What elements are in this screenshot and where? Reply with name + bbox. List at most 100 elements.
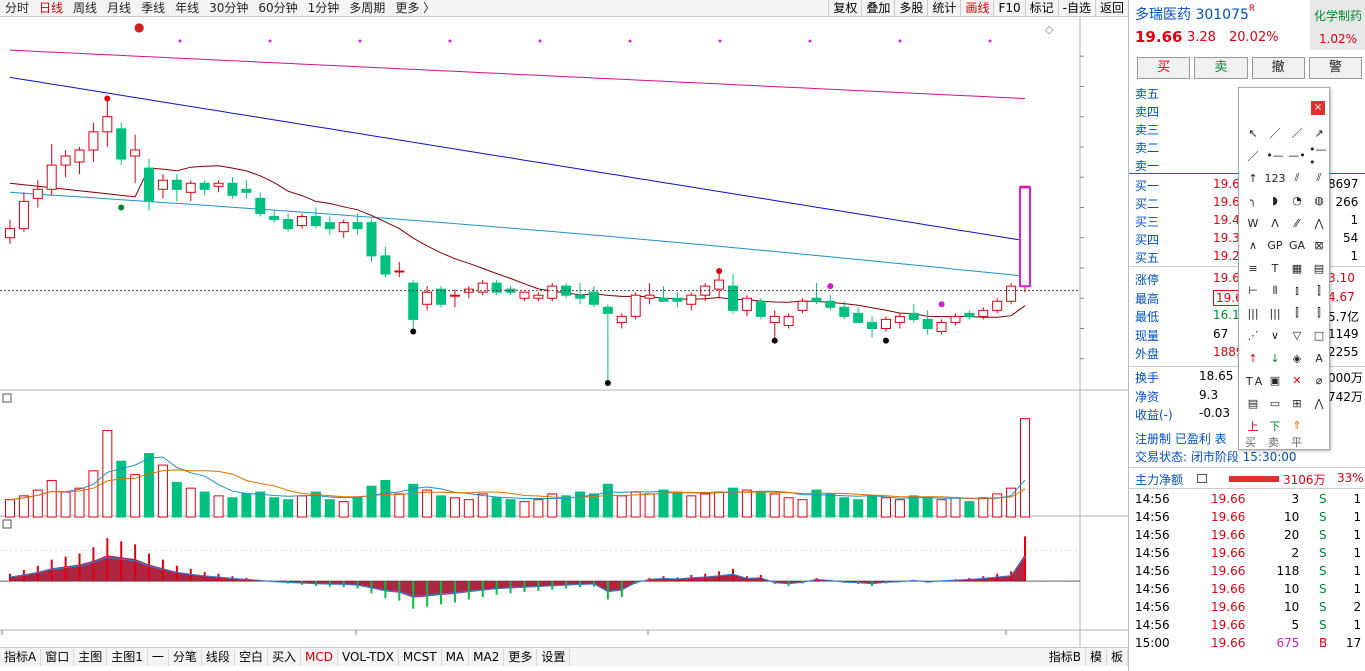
volume-bar[interactable] — [630, 491, 641, 518]
draw-tool-icon[interactable]: ⌀ — [1309, 372, 1329, 390]
candle[interactable] — [144, 167, 155, 202]
candle[interactable] — [255, 197, 266, 215]
indicator-tab-15[interactable]: 设置 — [537, 648, 571, 666]
panel-toggle-icon[interactable] — [2, 393, 12, 403]
volume-bar[interactable] — [686, 495, 697, 518]
volume-bar[interactable] — [839, 497, 850, 518]
candle[interactable] — [74, 149, 85, 163]
tool-button-7[interactable]: -自选 — [1057, 0, 1095, 16]
candle[interactable] — [1006, 285, 1017, 302]
candle[interactable] — [422, 291, 433, 305]
candle[interactable] — [380, 255, 391, 275]
volume-bar[interactable] — [5, 499, 15, 518]
draw-tool-icon[interactable]: ▽ — [1287, 327, 1307, 345]
draw-tool-icon[interactable]: ⫴ — [1265, 282, 1285, 300]
draw-tool-icon[interactable]: ⫽ — [1309, 169, 1329, 187]
draw-tool-icon[interactable]: ↑ — [1243, 349, 1263, 367]
candle[interactable] — [839, 306, 850, 317]
indicator-tab-6[interactable]: 线段 — [202, 648, 235, 666]
draw-tool-icon[interactable]: ↖ — [1243, 124, 1263, 142]
volume-bar[interactable] — [227, 497, 238, 518]
candle[interactable] — [658, 297, 669, 302]
candle[interactable] — [436, 288, 447, 305]
candle[interactable] — [102, 116, 113, 133]
draw-tool-icon[interactable]: Λ — [1265, 214, 1285, 232]
volume-bar[interactable] — [908, 495, 919, 518]
volume-bar[interactable] — [463, 499, 474, 518]
volume-bar[interactable] — [769, 493, 780, 518]
candle[interactable] — [32, 188, 43, 199]
candle[interactable] — [519, 291, 530, 299]
candle[interactable] — [394, 270, 405, 273]
right-tab-0[interactable]: 指标B — [1045, 648, 1086, 666]
draw-tool-icon[interactable]: ◗ — [1265, 192, 1285, 210]
volume-bar[interactable] — [157, 464, 168, 518]
candle[interactable] — [853, 312, 864, 323]
volume-bar[interactable] — [88, 470, 99, 518]
draw-tool-icon[interactable]: ↗ — [1309, 124, 1329, 142]
tool-button-4[interactable]: 画线 — [960, 0, 993, 16]
indicator-tab-2[interactable]: 主图 — [74, 648, 108, 666]
draw-tool-icon[interactable]: □ — [1309, 327, 1329, 345]
candle[interactable] — [588, 291, 599, 305]
candle[interactable] — [408, 282, 419, 320]
draw-tool-icon[interactable]: ✕ — [1287, 372, 1307, 390]
candle[interactable] — [88, 131, 99, 151]
draw-tool-icon[interactable]: 上 — [1243, 417, 1263, 435]
candle[interactable] — [922, 318, 933, 329]
volume-bar[interactable] — [46, 479, 57, 518]
period-tab-6[interactable]: 30分钟 — [204, 0, 253, 16]
volume-bar[interactable] — [700, 493, 711, 518]
period-tab-5[interactable]: 年线 — [170, 0, 204, 16]
kline-chart[interactable]: ● ◇ — [0, 17, 1128, 647]
volume-bar[interactable] — [130, 474, 141, 518]
draw-tool-icon[interactable]: ⫽ — [1287, 169, 1307, 187]
indicator-tab-4[interactable]: 一 — [148, 648, 169, 666]
draw-tool-icon[interactable]: ⁄⁄ — [1287, 214, 1307, 232]
volume-bar[interactable] — [825, 493, 836, 518]
draw-tool-icon[interactable]: ／ — [1243, 147, 1263, 165]
volume-bar[interactable] — [241, 493, 252, 518]
indicator-tab-13[interactable]: MA2 — [469, 648, 505, 666]
period-tab-8[interactable]: 1分钟 — [303, 0, 345, 16]
volume-bar[interactable] — [519, 501, 530, 518]
volume-bar[interactable] — [394, 493, 405, 518]
draw-tool-icon[interactable]: ⋀ — [1309, 214, 1329, 232]
volume-bar[interactable] — [60, 491, 71, 518]
candle[interactable] — [811, 297, 822, 302]
candle[interactable] — [867, 321, 878, 329]
candle[interactable] — [741, 297, 752, 311]
draw-tool-icon[interactable]: A — [1309, 349, 1329, 367]
draw-tool-icon[interactable]: ⫿ — [1309, 282, 1329, 300]
volume-bar[interactable] — [366, 485, 377, 518]
volume-bar[interactable] — [255, 491, 266, 518]
candle[interactable] — [769, 315, 780, 323]
candle[interactable] — [366, 222, 377, 257]
indicator-tab-7[interactable]: 空白 — [235, 648, 268, 666]
draw-tool-icon[interactable]: •—• — [1309, 143, 1329, 169]
volume-bar[interactable] — [477, 493, 488, 518]
candle[interactable] — [46, 164, 57, 190]
candle[interactable] — [728, 285, 739, 311]
draw-tool-icon[interactable]: ◔ — [1287, 192, 1307, 210]
volume-bar[interactable] — [978, 497, 989, 518]
tab-icon[interactable]: ● — [134, 20, 144, 34]
tool-button-0[interactable]: 复权 — [828, 0, 861, 16]
volume-bar[interactable] — [561, 495, 572, 518]
period-tab-2[interactable]: 周线 — [68, 0, 102, 16]
draw-tool-icon[interactable]: ⋀ — [1309, 394, 1329, 412]
candle[interactable] — [60, 155, 71, 166]
candle[interactable] — [157, 179, 168, 190]
candle[interactable] — [352, 222, 363, 230]
draw-tool-icon[interactable]: ||| — [1243, 304, 1263, 322]
draw-tool-icon[interactable]: ∨ — [1265, 327, 1285, 345]
draw-tool-icon[interactable]: ＴA — [1243, 372, 1263, 390]
draw-tool-icon[interactable]: ╮ — [1243, 192, 1263, 210]
right-tab-1[interactable]: 模 — [1086, 648, 1107, 666]
volume-bar[interactable] — [269, 497, 280, 518]
period-tab-4[interactable]: 季线 — [136, 0, 170, 16]
indicator-tab-10[interactable]: VOL-TDX — [338, 648, 399, 666]
volume-bar[interactable] — [644, 493, 655, 518]
candle[interactable] — [310, 216, 321, 227]
right-tab-2[interactable]: 板 — [1107, 648, 1128, 666]
